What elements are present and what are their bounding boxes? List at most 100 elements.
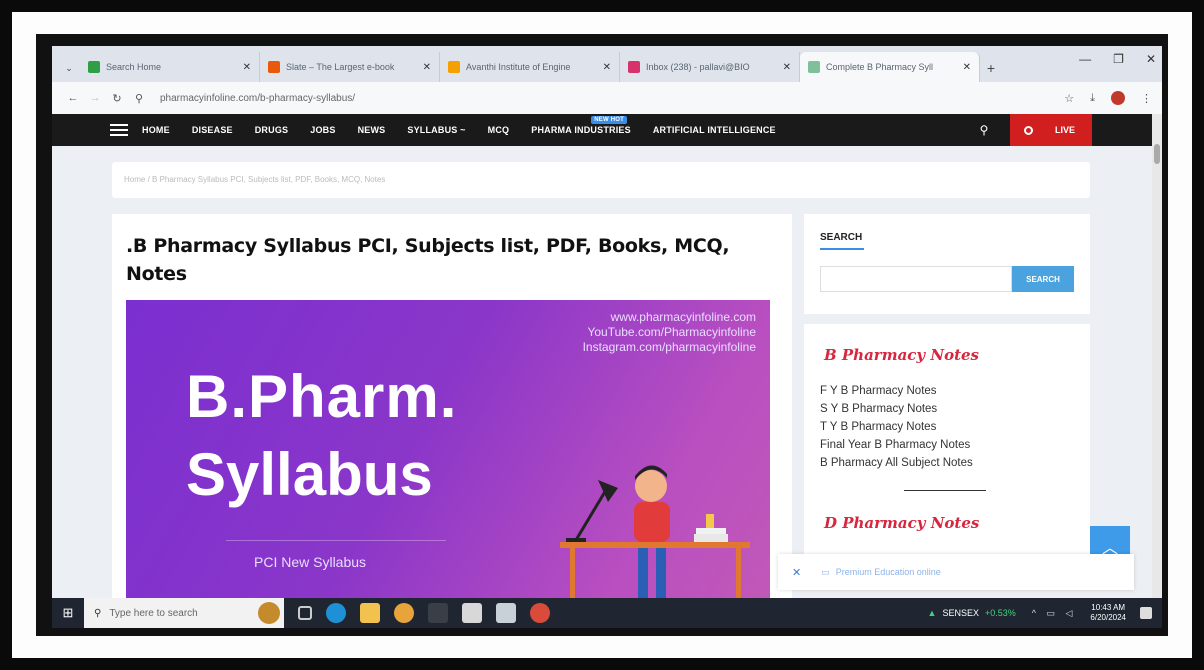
tab-0[interactable]: Search Home ✕ <box>80 52 260 82</box>
reload-icon[interactable]: ↻ <box>106 92 128 105</box>
syllabus-banner-image: www.pharmacyinfoline.com YouTube.com/Pha… <box>126 300 770 598</box>
notes-link-final-year[interactable]: Final Year B Pharmacy Notes <box>820 436 973 454</box>
task-view-icon[interactable] <box>298 606 312 620</box>
nav-syllabus[interactable]: SYLLABUS ~ <box>407 125 465 135</box>
stock-chart-icon: ▲ <box>927 608 937 618</box>
notes-link-sy[interactable]: S Y B Pharmacy Notes <box>820 400 973 418</box>
tab-strip: ⌄ Search Home ✕ Slate – The Largest e-bo… <box>52 46 1162 82</box>
file-explorer-icon[interactable] <box>360 603 380 623</box>
nav-news[interactable]: NEWS <box>358 125 386 135</box>
tray-icons[interactable]: ^ ▭ ◁ <box>1032 608 1077 619</box>
menu-kebab-icon[interactable]: ⋮ <box>1141 92 1152 105</box>
ad-icon: ▭ <box>821 566 830 577</box>
close-icon[interactable]: ✕ <box>243 62 251 73</box>
nav-mcq[interactable]: MCQ <box>488 125 510 135</box>
breadcrumb[interactable]: Home / B Pharmacy Syllabus PCI, Subjects… <box>112 162 1090 198</box>
window-controls: — ❐ ✕ <box>1079 52 1156 66</box>
banner-subtitle: PCI New Syllabus <box>254 554 367 570</box>
address-bar: ← → ↻ ⚲ pharmacyinfoline.com/b-pharmacy-… <box>52 82 1162 114</box>
app-icon-2[interactable] <box>496 603 516 623</box>
banner-divider <box>226 540 446 541</box>
windows-start-icon[interactable]: ⊞ <box>52 598 84 628</box>
tab-favicon <box>268 61 280 73</box>
notes-link-all-subjects[interactable]: B Pharmacy All Subject Notes <box>820 454 973 472</box>
search-button[interactable]: SEARCH <box>1012 266 1074 292</box>
page-title: .B Pharmacy Syllabus PCI, Subjects list,… <box>126 235 730 285</box>
nav-pharma-industries[interactable]: PHARMA INDUSTRIES NEW HOT <box>531 116 631 135</box>
tab-favicon <box>808 61 820 73</box>
notes-divider <box>904 490 986 491</box>
tab-search-icon[interactable]: ⌄ <box>58 54 80 82</box>
hamburger-menu-icon[interactable] <box>110 121 128 139</box>
banner-link-youtube: YouTube.com/Pharmacyinfoline <box>587 325 756 339</box>
new-tab-plus-icon[interactable]: + <box>980 54 1002 82</box>
article-card: .B Pharmacy Syllabus PCI, Subjects list,… <box>112 214 792 598</box>
tab-2[interactable]: Avanthi Institute of Engine ✕ <box>440 52 620 82</box>
minimize-icon[interactable]: — <box>1079 52 1091 66</box>
ad-text[interactable]: Premium Education online <box>836 567 941 577</box>
nav-disease[interactable]: DISEASE <box>192 125 233 135</box>
d-pharmacy-notes-heading: D Pharmacy Notes <box>824 514 980 532</box>
search-icon: ⚲ <box>94 607 102 619</box>
tab-1[interactable]: Slate – The Largest e-book ✕ <box>260 52 440 82</box>
download-icon[interactable]: ⤓ <box>1090 92 1095 105</box>
clock[interactable]: 10:43 AM 6/20/2024 <box>1090 603 1126 623</box>
nav-artificial-intelligence[interactable]: ARTIFICIAL INTELLIGENCE <box>653 125 776 135</box>
app-icon[interactable] <box>462 603 482 623</box>
taskbar-search[interactable]: ⚲ Type here to search <box>84 598 284 628</box>
banner-heading-line2: Syllabus <box>186 441 433 508</box>
nav-jobs[interactable]: JOBS <box>310 125 335 135</box>
student-at-desk-illustration <box>560 465 750 598</box>
terminal-icon[interactable] <box>428 603 448 623</box>
search-heading: SEARCH <box>820 232 863 243</box>
new-badge: NEW HOT <box>591 116 627 124</box>
scrollbar-thumb[interactable] <box>1154 144 1160 164</box>
tab-favicon <box>88 61 100 73</box>
search-input[interactable] <box>820 266 1012 292</box>
stock-name[interactable]: SENSEX <box>942 608 979 618</box>
sidebar-notes-widget: B Pharmacy Notes F Y B Pharmacy Notes S … <box>804 324 1090 584</box>
close-icon[interactable]: ✕ <box>603 62 611 73</box>
live-button[interactable]: LIVE <box>1010 114 1092 146</box>
close-icon[interactable]: ✕ <box>423 62 431 73</box>
page-scrollbar[interactable] <box>1152 114 1162 598</box>
notification-icon[interactable] <box>1140 607 1152 619</box>
close-window-icon[interactable]: ✕ <box>1146 52 1156 66</box>
profile-avatar[interactable] <box>1111 91 1125 105</box>
chrome-icon[interactable] <box>394 603 414 623</box>
cortana-icon[interactable] <box>258 602 280 624</box>
close-icon[interactable]: ✕ <box>963 62 971 73</box>
nav-pharma-industries-label: PHARMA INDUSTRIES <box>531 125 631 135</box>
tab-title: Avanthi Institute of Engine <box>466 62 571 72</box>
back-arrow-icon[interactable]: ← <box>62 92 84 104</box>
bookmark-star-icon[interactable]: ☆ <box>1064 92 1074 105</box>
tab-favicon <box>628 61 640 73</box>
forward-arrow-icon[interactable]: → <box>84 92 106 104</box>
site-info-icon[interactable]: ⚲ <box>128 92 150 105</box>
chrome-active-icon[interactable] <box>530 603 550 623</box>
ad-banner[interactable]: ✕ ▭ Premium Education online <box>778 554 1134 590</box>
tab-3[interactable]: Inbox (238) - pallavi@BIO ✕ <box>620 52 800 82</box>
close-icon[interactable]: ✕ <box>783 62 791 73</box>
edge-icon[interactable] <box>326 603 346 623</box>
url-field[interactable]: pharmacyinfoline.com/b-pharmacy-syllabus… <box>160 93 1064 104</box>
stock-change[interactable]: +0.53% <box>985 608 1016 618</box>
ad-close-icon[interactable]: ✕ <box>792 566 801 579</box>
sidebar-search-widget: SEARCH SEARCH <box>804 214 1090 314</box>
tab-4-active[interactable]: Complete B Pharmacy Syll ✕ <box>800 52 980 82</box>
nav-home[interactable]: HOME <box>142 125 170 135</box>
search-icon[interactable]: ⚲ <box>972 114 996 146</box>
notes-link-ty[interactable]: T Y B Pharmacy Notes <box>820 418 973 436</box>
notes-link-fy[interactable]: F Y B Pharmacy Notes <box>820 382 973 400</box>
restore-icon[interactable]: ❐ <box>1113 52 1124 66</box>
nav-drugs[interactable]: DRUGS <box>255 125 289 135</box>
browser-screen: ⌄ Search Home ✕ Slate – The Largest e-bo… <box>52 46 1162 628</box>
live-label: LIVE <box>1055 125 1076 135</box>
clock-time: 10:43 AM <box>1091 603 1126 612</box>
banner-heading-line1: B.Pharm. <box>186 363 458 430</box>
site-navbar: HOME DISEASE DRUGS JOBS NEWS SYLLABUS ~ … <box>52 114 1152 146</box>
banner-link-instagram: Instagram.com/pharmacyinfoline <box>582 340 756 354</box>
system-tray: ▲ SENSEX +0.53% ^ ▭ ◁ 10:43 AM 6/20/2024 <box>928 598 1162 628</box>
taskbar-search-input[interactable]: Type here to search <box>109 608 258 619</box>
b-pharmacy-notes-list: F Y B Pharmacy Notes S Y B Pharmacy Note… <box>820 382 973 472</box>
